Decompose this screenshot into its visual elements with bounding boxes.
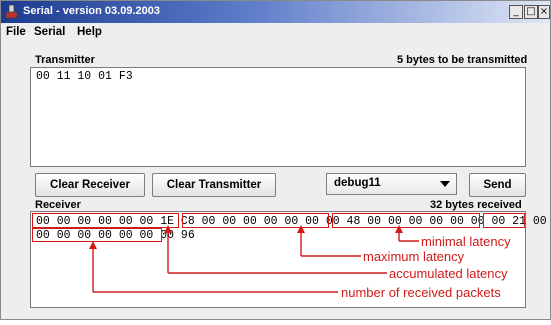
send-button[interactable]: Send (469, 173, 526, 197)
highlight-packets-field (32, 213, 179, 228)
transmitter-textarea[interactable]: 00 11 10 01 F3 (30, 67, 526, 167)
transmitter-text: 00 11 10 01 F3 (36, 70, 133, 83)
minimize-icon[interactable]: _ (509, 5, 523, 19)
transmitter-label: Transmitter (35, 54, 95, 66)
maximize-icon[interactable]: □ (524, 5, 538, 19)
annotation-maximum-latency: maximum latency (363, 249, 465, 264)
highlight-minimal-field (483, 213, 525, 228)
debug-mode-value: debug11 (334, 177, 381, 189)
application-window: Serial - version 03.09.2003 _ □ × File S… (0, 0, 551, 320)
annotation-minimal-latency: minimal latency (421, 234, 511, 249)
highlight-packets-field-cont (32, 228, 162, 242)
transmitter-status: 5 bytes to be transmitted (397, 54, 528, 66)
annotation-received-packets: number of received packets (341, 285, 501, 300)
window-title: Serial - version 03.09.2003 (23, 5, 160, 17)
menu-help[interactable]: Help (77, 26, 102, 38)
highlight-maximum-field (332, 213, 480, 228)
highlight-accumulated-field (182, 213, 329, 228)
menu-bar: File Serial Help (1, 23, 550, 43)
debug-mode-select[interactable]: debug11 (326, 173, 457, 195)
dropdown-arrow-icon (440, 181, 450, 187)
receiver-status: 32 bytes received (430, 199, 522, 211)
clear-receiver-button[interactable]: Clear Receiver (35, 173, 145, 197)
menu-file[interactable]: File (6, 26, 26, 38)
annotation-accumulated-latency: accumulated latency (389, 266, 508, 281)
app-icon (5, 5, 18, 19)
title-bar[interactable]: Serial - version 03.09.2003 _ □ × (1, 1, 550, 23)
menu-serial[interactable]: Serial (34, 26, 65, 38)
clear-transmitter-button[interactable]: Clear Transmitter (152, 173, 276, 197)
close-icon[interactable]: × (538, 5, 550, 19)
receiver-label: Receiver (35, 199, 81, 211)
